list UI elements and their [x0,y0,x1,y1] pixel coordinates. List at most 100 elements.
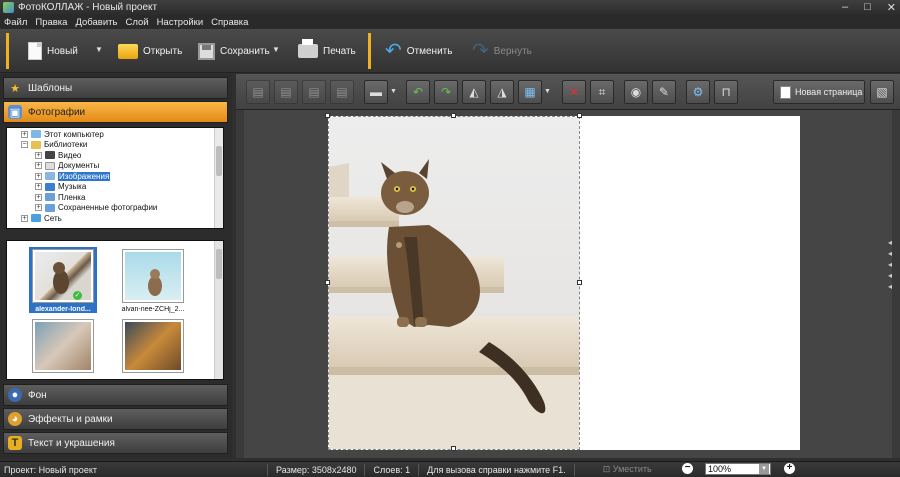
undo-label: Отменить [406,45,453,57]
tree-scrollbar[interactable] [214,128,223,228]
main-toolbar: Новый ▼ Открыть Сохранить ▼ Печать ↶ Отм… [0,29,900,73]
page-settings-icon[interactable]: ▧ [870,80,894,104]
thumbnail-image [33,320,93,372]
layout-dropdown-icon[interactable]: ▼ [544,88,551,95]
redo-label: Вернуть [493,45,532,57]
app-logo-icon [3,2,14,13]
open-button[interactable]: Открыть [118,36,182,66]
saved-photos-icon [45,203,55,212]
resize-handle[interactable] [451,113,456,118]
thumbnail-item[interactable] [119,317,187,379]
menu-layer[interactable]: Слой [121,17,152,28]
color-effects-icon[interactable]: ◉ [624,80,648,104]
canvas-area: ◂ ◂ ◂ ◂ ◂ [244,110,892,458]
new-page-button[interactable]: Новая страница [773,80,865,104]
left-panel: ★ Шаблоны ▣ Фотографии + Этот компьютер … [0,74,232,458]
lock-icon[interactable]: ⊓ [714,80,738,104]
documents-icon [45,161,55,170]
crop-icon[interactable]: ⌗ [590,80,614,104]
zoom-in-button[interactable]: + [784,463,795,474]
tree-scrollbar-thumb[interactable] [216,146,222,176]
toolbar-divider [6,33,9,69]
tree-item-libraries[interactable]: − Библиотеки [21,140,87,151]
undo-button[interactable]: ↶ Отменить [385,36,452,66]
rotate-right-icon[interactable]: ↷ [434,80,458,104]
thumbnails-scrollbar[interactable] [214,241,223,379]
tree-item-network[interactable]: + Сеть [21,213,62,224]
tree-item-film[interactable]: + Пленка [35,192,85,203]
collage-photo[interactable] [328,116,580,450]
music-icon [45,182,55,191]
tree-item-documents[interactable]: + Документы [35,161,99,172]
print-button[interactable]: Печать [298,36,356,66]
save-label: Сохранить [220,45,270,57]
network-icon [31,214,41,223]
menu-help[interactable]: Справка [207,17,252,28]
save-dropdown-icon[interactable]: ▼ [272,45,280,54]
delete-icon[interactable]: ✕ [562,80,586,104]
undo-arrow-icon: ↶ [385,40,402,62]
toolbar-divider [368,33,371,69]
resize-handle[interactable] [577,280,582,285]
settings-gear-icon[interactable]: ⚙ [686,80,710,104]
resize-handle[interactable] [451,446,456,451]
bring-forward-icon[interactable]: ▤ [246,80,270,104]
bring-to-front-icon[interactable]: ▤ [274,80,298,104]
minimize-icon[interactable]: – [842,1,848,14]
resize-handle[interactable] [325,113,330,118]
zoom-select[interactable]: 100% ▼ [705,463,771,475]
tree-item-music[interactable]: + Музыка [35,182,86,193]
open-label: Открыть [143,45,183,57]
tree-item-saved-photos[interactable]: + Сохраненные фотографии [35,203,157,214]
maximize-icon[interactable]: □ [864,1,871,14]
thumbnail-item[interactable]: ✓ alexander-lond... [29,247,97,313]
zoom-out-button[interactable]: − [682,463,693,474]
palette-icon: ◕ [8,412,22,426]
menu-add[interactable]: Добавить [71,17,121,28]
menu-file[interactable]: Файл [0,17,31,28]
background-section-header[interactable]: ● Фон [3,384,228,406]
rotate-left-icon[interactable]: ↶ [406,80,430,104]
video-icon [45,151,55,160]
tree-item-this-pc[interactable]: + Этот компьютер [21,129,104,140]
menu-edit[interactable]: Правка [31,17,71,28]
resize-handle[interactable] [577,113,582,118]
flip-horizontal-icon[interactable]: ◭ [462,80,486,104]
layout-icon[interactable]: ▦ [518,80,542,104]
redo-button[interactable]: ↷ Вернуть [472,36,532,66]
align-dropdown-icon[interactable]: ▼ [390,88,397,95]
thumbnail-item[interactable]: alvan-nee-ZCHj_2... [119,247,187,313]
thumbnail-name: alexander-lond... [35,306,91,313]
status-layers: Слоев: 1 [373,464,411,475]
side-panel-arrows[interactable]: ◂ ◂ ◂ ◂ ◂ [888,238,892,291]
align-icon[interactable]: ▬ [364,80,388,104]
effects-label: Эффекты и рамки [28,413,113,425]
collage-page[interactable] [325,113,800,451]
text-section-header[interactable]: T Текст и украшения [3,432,228,454]
close-icon[interactable]: ✕ [887,1,896,14]
thumbnails-scrollbar-thumb[interactable] [216,249,222,279]
tree-item-images[interactable]: + Изображения [35,171,111,182]
new-dropdown-icon[interactable]: ▼ [95,45,103,54]
magic-wand-icon[interactable]: ✎ [652,80,676,104]
save-button[interactable]: Сохранить [198,36,270,66]
send-to-back-icon[interactable]: ▤ [330,80,354,104]
flip-vertical-icon[interactable]: ◮ [490,80,514,104]
fit-button[interactable]: ⊡ Уместить [603,464,652,475]
chevron-down-icon[interactable]: ▼ [759,464,769,474]
print-label: Печать [323,45,356,57]
effects-section-header[interactable]: ◕ Эффекты и рамки [3,408,228,430]
templates-section-header[interactable]: ★ Шаблоны [3,77,228,99]
send-backward-icon[interactable]: ▤ [302,80,326,104]
tree-item-video[interactable]: + Видео [35,150,81,161]
menu-settings[interactable]: Настройки [153,17,208,28]
thumbnail-image [123,320,183,372]
resize-handle[interactable] [325,280,330,285]
thumbnail-item[interactable] [29,317,97,379]
photo-icon: ▣ [8,105,22,119]
photos-section-header[interactable]: ▣ Фотографии [3,101,228,123]
templates-label: Шаблоны [28,82,73,94]
new-button[interactable]: Новый [28,36,78,66]
fit-icon: ⊡ [602,464,611,474]
background-icon: ● [8,388,22,402]
